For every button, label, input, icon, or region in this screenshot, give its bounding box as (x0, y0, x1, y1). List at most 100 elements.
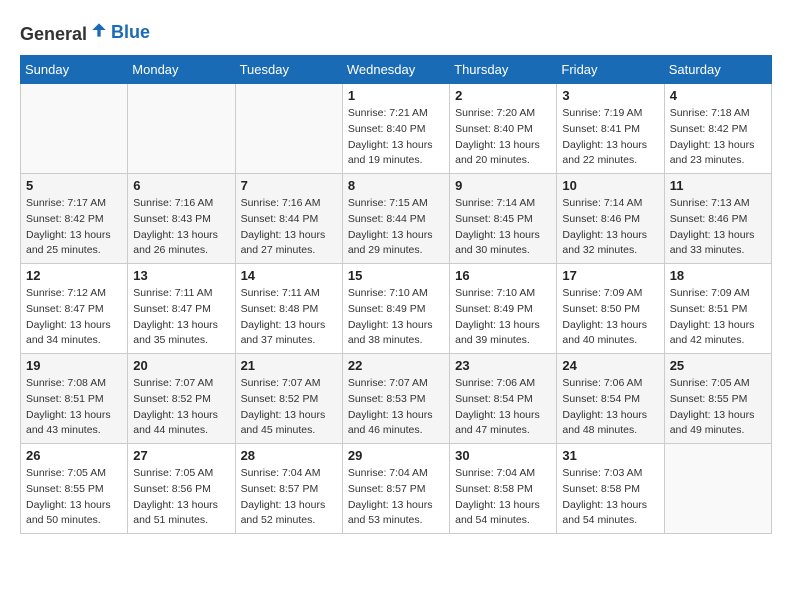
calendar-day-cell: 21 Sunrise: 7:07 AM Sunset: 8:52 PM Dayli… (235, 354, 342, 444)
weekday-header: Sunday (21, 56, 128, 84)
calendar-day-cell: 10Sunrise: 7:14 AM Sunset: 8:46 PM Dayli… (557, 174, 664, 264)
calendar-day-cell: 18 Sunrise: 7:09 AM Sunset: 8:51 PM Dayli… (664, 264, 771, 354)
day-info-text: Sunrise: 7:04 AM Sunset: 8:57 PM Dayligh… (348, 466, 444, 529)
calendar-day-cell: 17 Sunrise: 7:09 AM Sunset: 8:50 PM Dayli… (557, 264, 664, 354)
calendar-day-cell: 6Sunrise: 7:16 AM Sunset: 8:43 PM Daylig… (128, 174, 235, 264)
calendar-day-cell (128, 84, 235, 174)
page-header: General Blue (20, 20, 772, 45)
day-number: 18 (670, 268, 766, 283)
calendar-day-cell: 9 Sunrise: 7:14 AM Sunset: 8:45 PM Daylig… (450, 174, 557, 264)
day-info-text: Sunrise: 7:19 AM Sunset: 8:41 PM Dayligh… (562, 106, 658, 169)
day-number: 17 (562, 268, 658, 283)
day-number: 8 (348, 178, 444, 193)
day-number: 24 (562, 358, 658, 373)
day-info-text: Sunrise: 7:15 AM Sunset: 8:44 PM Dayligh… (348, 196, 444, 259)
day-info-text: Sunrise: 7:05 AM Sunset: 8:55 PM Dayligh… (26, 466, 122, 529)
day-info-text: Sunrise: 7:09 AM Sunset: 8:50 PM Dayligh… (562, 286, 658, 349)
day-number: 23 (455, 358, 551, 373)
calendar-header-row: SundayMondayTuesdayWednesdayThursdayFrid… (21, 56, 772, 84)
calendar-day-cell: 24 Sunrise: 7:06 AM Sunset: 8:54 PM Dayli… (557, 354, 664, 444)
day-info-text: Sunrise: 7:06 AM Sunset: 8:54 PM Dayligh… (562, 376, 658, 439)
day-number: 14 (241, 268, 337, 283)
day-info-text: Sunrise: 7:14 AM Sunset: 8:46 PM Dayligh… (562, 196, 658, 259)
day-number: 21 (241, 358, 337, 373)
calendar-day-cell: 23Sunrise: 7:06 AM Sunset: 8:54 PM Dayli… (450, 354, 557, 444)
day-number: 20 (133, 358, 229, 373)
logo-bird-icon (89, 20, 109, 40)
calendar-day-cell: 31 Sunrise: 7:03 AM Sunset: 8:58 PM Dayli… (557, 444, 664, 534)
day-info-text: Sunrise: 7:07 AM Sunset: 8:52 PM Dayligh… (133, 376, 229, 439)
day-number: 22 (348, 358, 444, 373)
calendar-week-row: 5 Sunrise: 7:17 AM Sunset: 8:42 PM Daylig… (21, 174, 772, 264)
calendar-day-cell: 30 Sunrise: 7:04 AM Sunset: 8:58 PM Dayli… (450, 444, 557, 534)
calendar-day-cell: 20 Sunrise: 7:07 AM Sunset: 8:52 PM Dayli… (128, 354, 235, 444)
calendar-day-cell: 11 Sunrise: 7:13 AM Sunset: 8:46 PM Dayli… (664, 174, 771, 264)
day-info-text: Sunrise: 7:04 AM Sunset: 8:57 PM Dayligh… (241, 466, 337, 529)
day-number: 1 (348, 88, 444, 103)
calendar-day-cell: 13Sunrise: 7:11 AM Sunset: 8:47 PM Dayli… (128, 264, 235, 354)
day-number: 5 (26, 178, 122, 193)
day-info-text: Sunrise: 7:20 AM Sunset: 8:40 PM Dayligh… (455, 106, 551, 169)
day-info-text: Sunrise: 7:17 AM Sunset: 8:42 PM Dayligh… (26, 196, 122, 259)
calendar-week-row: 12Sunrise: 7:12 AM Sunset: 8:47 PM Dayli… (21, 264, 772, 354)
day-info-text: Sunrise: 7:16 AM Sunset: 8:43 PM Dayligh… (133, 196, 229, 259)
day-info-text: Sunrise: 7:16 AM Sunset: 8:44 PM Dayligh… (241, 196, 337, 259)
logo: General Blue (20, 20, 150, 45)
calendar-day-cell: 2 Sunrise: 7:20 AM Sunset: 8:40 PM Daylig… (450, 84, 557, 174)
day-number: 11 (670, 178, 766, 193)
calendar-day-cell: 29 Sunrise: 7:04 AM Sunset: 8:57 PM Dayli… (342, 444, 449, 534)
day-number: 19 (26, 358, 122, 373)
day-info-text: Sunrise: 7:03 AM Sunset: 8:58 PM Dayligh… (562, 466, 658, 529)
calendar-day-cell: 14 Sunrise: 7:11 AM Sunset: 8:48 PM Dayli… (235, 264, 342, 354)
day-info-text: Sunrise: 7:11 AM Sunset: 8:48 PM Dayligh… (241, 286, 337, 349)
day-number: 27 (133, 448, 229, 463)
day-info-text: Sunrise: 7:07 AM Sunset: 8:53 PM Dayligh… (348, 376, 444, 439)
calendar-day-cell: 27 Sunrise: 7:05 AM Sunset: 8:56 PM Dayli… (128, 444, 235, 534)
calendar-day-cell (21, 84, 128, 174)
calendar-day-cell: 22 Sunrise: 7:07 AM Sunset: 8:53 PM Dayli… (342, 354, 449, 444)
calendar-day-cell: 12Sunrise: 7:12 AM Sunset: 8:47 PM Dayli… (21, 264, 128, 354)
day-number: 12 (26, 268, 122, 283)
day-number: 31 (562, 448, 658, 463)
day-number: 15 (348, 268, 444, 283)
calendar-day-cell: 7 Sunrise: 7:16 AM Sunset: 8:44 PM Daylig… (235, 174, 342, 264)
day-number: 2 (455, 88, 551, 103)
day-number: 25 (670, 358, 766, 373)
day-number: 29 (348, 448, 444, 463)
day-info-text: Sunrise: 7:18 AM Sunset: 8:42 PM Dayligh… (670, 106, 766, 169)
calendar-week-row: 1 Sunrise: 7:21 AM Sunset: 8:40 PM Daylig… (21, 84, 772, 174)
logo-text-general: General (20, 24, 87, 44)
day-number: 30 (455, 448, 551, 463)
logo-general-text: General (20, 20, 109, 45)
day-number: 28 (241, 448, 337, 463)
day-info-text: Sunrise: 7:10 AM Sunset: 8:49 PM Dayligh… (455, 286, 551, 349)
weekday-header: Saturday (664, 56, 771, 84)
calendar-week-row: 26 Sunrise: 7:05 AM Sunset: 8:55 PM Dayli… (21, 444, 772, 534)
day-info-text: Sunrise: 7:21 AM Sunset: 8:40 PM Dayligh… (348, 106, 444, 169)
day-number: 16 (455, 268, 551, 283)
day-info-text: Sunrise: 7:04 AM Sunset: 8:58 PM Dayligh… (455, 466, 551, 529)
weekday-header: Wednesday (342, 56, 449, 84)
calendar-table: SundayMondayTuesdayWednesdayThursdayFrid… (20, 55, 772, 534)
day-info-text: Sunrise: 7:13 AM Sunset: 8:46 PM Dayligh… (670, 196, 766, 259)
calendar-day-cell: 15 Sunrise: 7:10 AM Sunset: 8:49 PM Dayli… (342, 264, 449, 354)
day-number: 4 (670, 88, 766, 103)
day-info-text: Sunrise: 7:05 AM Sunset: 8:56 PM Dayligh… (133, 466, 229, 529)
calendar-day-cell: 1 Sunrise: 7:21 AM Sunset: 8:40 PM Daylig… (342, 84, 449, 174)
weekday-header: Friday (557, 56, 664, 84)
day-number: 7 (241, 178, 337, 193)
calendar-week-row: 19 Sunrise: 7:08 AM Sunset: 8:51 PM Dayli… (21, 354, 772, 444)
logo-blue-text: Blue (111, 22, 150, 43)
day-info-text: Sunrise: 7:08 AM Sunset: 8:51 PM Dayligh… (26, 376, 122, 439)
day-info-text: Sunrise: 7:07 AM Sunset: 8:52 PM Dayligh… (241, 376, 337, 439)
calendar-day-cell (235, 84, 342, 174)
calendar-day-cell: 16 Sunrise: 7:10 AM Sunset: 8:49 PM Dayli… (450, 264, 557, 354)
day-info-text: Sunrise: 7:09 AM Sunset: 8:51 PM Dayligh… (670, 286, 766, 349)
day-info-text: Sunrise: 7:10 AM Sunset: 8:49 PM Dayligh… (348, 286, 444, 349)
day-number: 3 (562, 88, 658, 103)
day-number: 26 (26, 448, 122, 463)
day-number: 9 (455, 178, 551, 193)
weekday-header: Monday (128, 56, 235, 84)
calendar-day-cell: 26 Sunrise: 7:05 AM Sunset: 8:55 PM Dayli… (21, 444, 128, 534)
day-info-text: Sunrise: 7:14 AM Sunset: 8:45 PM Dayligh… (455, 196, 551, 259)
